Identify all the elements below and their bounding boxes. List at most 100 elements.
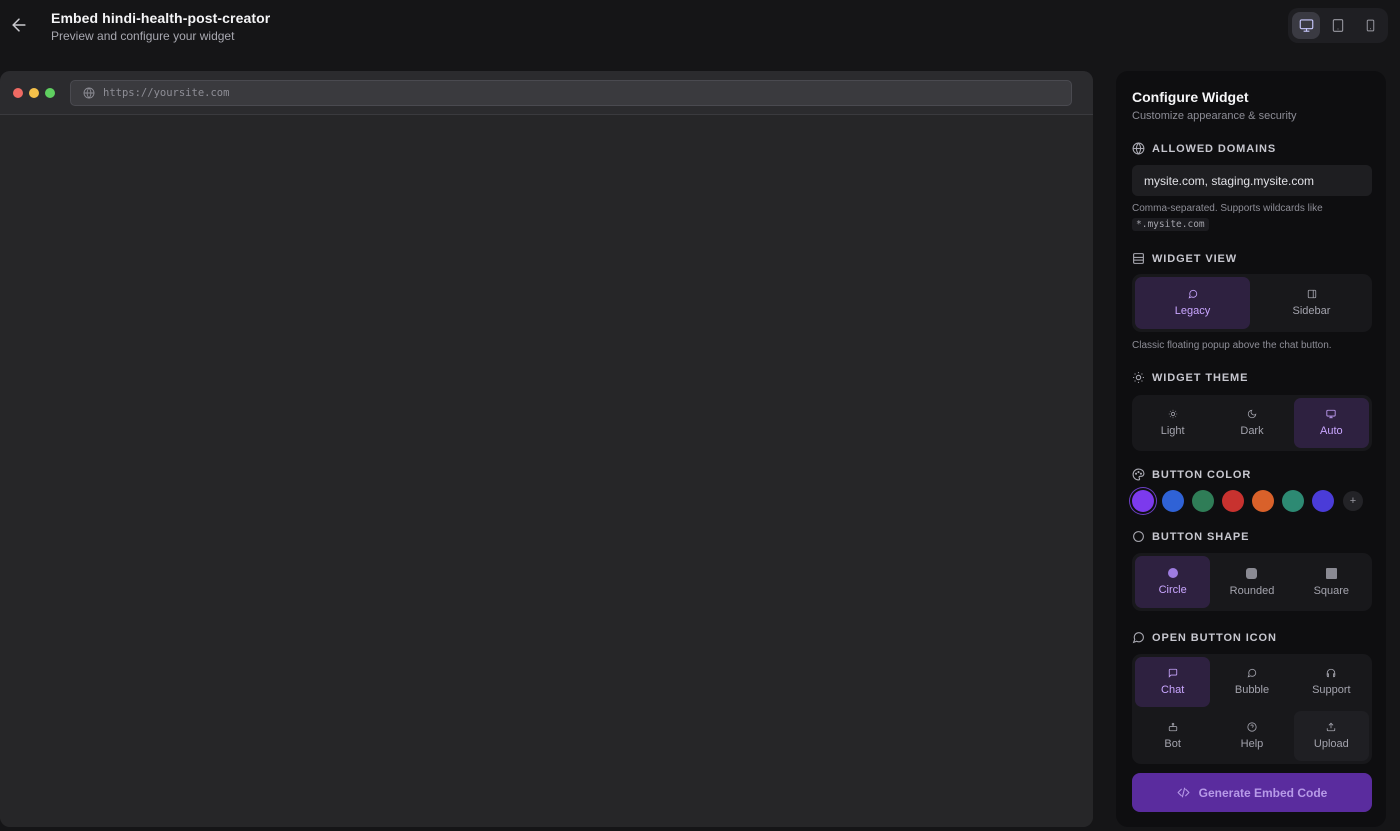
button-color-header: BUTTON COLOR (1132, 468, 1251, 481)
help-circle-icon (1247, 722, 1257, 732)
rounded-square-shape-icon (1246, 567, 1258, 579)
widget-theme-options: Light Dark Auto (1132, 395, 1372, 451)
window-maximize-dot (45, 88, 55, 98)
message-circle-icon (1132, 632, 1144, 644)
view-option-sidebar[interactable]: Sidebar (1254, 277, 1369, 329)
sidebar-panel-icon (1307, 289, 1316, 299)
bot-icon (1168, 722, 1177, 732)
button-color-label: BUTTON COLOR (1152, 468, 1252, 481)
sun-icon (1168, 409, 1177, 419)
palette-icon (1132, 468, 1145, 481)
color-swatch-red[interactable] (1222, 490, 1244, 512)
icon-option-help[interactable]: Help (1214, 711, 1289, 761)
window-close-dot (13, 88, 23, 98)
wildcard-example: *.mysite.com (1132, 218, 1209, 231)
device-desktop-button[interactable] (1292, 12, 1320, 39)
shape-option-label: Square (1313, 584, 1350, 597)
icon-option-label: Chat (1161, 684, 1185, 696)
allowed-domains-label: ALLOWED DOMAINS (1152, 142, 1277, 155)
color-swatches: + (1132, 490, 1363, 512)
generate-embed-code-button[interactable]: Generate Embed Code (1132, 773, 1372, 812)
view-option-label: Legacy (1174, 305, 1211, 317)
browser-toolbar: https://yoursite.com (0, 71, 1093, 115)
theme-option-label: Dark (1240, 425, 1264, 437)
open-button-icon-options: Chat Bubble Support Bot Help Upload (1132, 654, 1372, 764)
globe-icon (1132, 142, 1145, 155)
moon-icon (1247, 409, 1257, 419)
shape-option-rounded[interactable]: Rounded (1214, 556, 1289, 608)
address-url: https://yoursite.com (103, 87, 230, 99)
open-button-icon-label: OPEN BUTTON ICON (1152, 631, 1277, 644)
sun-icon (1133, 372, 1144, 383)
theme-option-label: Light (1160, 425, 1185, 437)
theme-option-light[interactable]: Light (1135, 398, 1210, 448)
top-header: Embed hindi-health-post-creator Preview … (0, 0, 1400, 60)
shape-option-circle[interactable]: Circle (1135, 556, 1211, 608)
icon-option-label: Bubble (1234, 684, 1270, 696)
widget-view-header: WIDGET VIEW (1132, 252, 1237, 265)
custom-color-button[interactable]: + (1343, 491, 1363, 511)
color-swatch-green[interactable] (1192, 490, 1214, 512)
widget-preview: https://yoursite.com (0, 71, 1093, 827)
address-bar[interactable]: https://yoursite.com (70, 80, 1072, 106)
back-button[interactable] (9, 15, 29, 35)
smartphone-icon (1366, 19, 1374, 32)
generate-button-label: Generate Embed Code (1198, 785, 1328, 800)
color-swatch-purple[interactable] (1132, 490, 1154, 512)
widget-view-hint: Classic floating popup above the chat bu… (1132, 340, 1332, 351)
tablet-icon (1332, 19, 1344, 32)
widget-view-label: WIDGET VIEW (1152, 252, 1238, 265)
view-option-label: Sidebar (1292, 305, 1331, 317)
allowed-domains-hint-text: Comma-separated. Supports wildcards like (1132, 203, 1323, 214)
shape-option-square[interactable]: Square (1294, 556, 1369, 608)
code-icon (1177, 787, 1190, 798)
circle-shape-icon (1167, 568, 1178, 578)
preview-canvas (0, 115, 1093, 827)
device-mobile-button[interactable] (1356, 12, 1384, 39)
device-switcher (1288, 8, 1388, 43)
message-circle-icon (1247, 668, 1257, 678)
icon-option-label: Support (1312, 684, 1351, 696)
panel-subtitle: Customize appearance & security (1132, 110, 1297, 122)
configure-panel: Configure Widget Customize appearance & … (1116, 71, 1386, 827)
icon-option-chat[interactable]: Chat (1135, 657, 1211, 707)
page-subtitle: Preview and configure your widget (51, 29, 235, 43)
allowed-domains-hint: Comma-separated. Supports wildcards like… (1132, 201, 1372, 233)
upload-icon (1327, 722, 1336, 732)
view-option-legacy[interactable]: Legacy (1135, 277, 1250, 329)
allowed-domains-input[interactable] (1132, 165, 1372, 196)
color-swatch-indigo[interactable] (1312, 490, 1334, 512)
color-swatch-blue[interactable] (1162, 490, 1184, 512)
theme-option-auto[interactable]: Auto (1293, 398, 1369, 448)
color-swatch-teal[interactable] (1282, 490, 1304, 512)
icon-option-support[interactable]: Support (1294, 657, 1369, 707)
button-shape-header: BUTTON SHAPE (1132, 530, 1249, 543)
monitor-icon (1326, 409, 1336, 419)
button-shape-label: BUTTON SHAPE (1152, 530, 1250, 543)
theme-option-dark[interactable]: Dark (1214, 398, 1289, 448)
button-shape-options: Circle Rounded Square (1132, 553, 1372, 611)
theme-option-label: Auto (1320, 425, 1343, 437)
open-button-icon-header: OPEN BUTTON ICON (1132, 631, 1277, 644)
message-square-icon (1168, 668, 1177, 678)
monitor-icon (1299, 19, 1313, 32)
globe-icon (83, 87, 95, 99)
icon-option-bot[interactable]: Bot (1135, 711, 1210, 761)
square-shape-icon (1325, 567, 1337, 579)
icon-option-upload[interactable]: Upload (1293, 711, 1369, 761)
widget-theme-header: WIDGET THEME (1132, 371, 1248, 384)
shape-option-label: Circle (1158, 584, 1187, 596)
widget-view-options: Legacy Sidebar (1132, 274, 1372, 332)
headphones-icon (1327, 668, 1336, 678)
panel-title: Configure Widget (1132, 89, 1249, 105)
icon-option-bubble[interactable]: Bubble (1214, 657, 1289, 707)
device-tablet-button[interactable] (1324, 12, 1352, 39)
icon-option-label: Bot (1164, 738, 1181, 750)
widget-theme-label: WIDGET THEME (1152, 371, 1249, 384)
color-swatch-orange[interactable] (1252, 490, 1274, 512)
allowed-domains-header: ALLOWED DOMAINS (1132, 142, 1276, 155)
message-circle-icon (1188, 289, 1197, 299)
circle-icon (1133, 531, 1144, 542)
page-title: Embed hindi-health-post-creator (51, 10, 271, 26)
window-minimize-dot (29, 88, 39, 98)
